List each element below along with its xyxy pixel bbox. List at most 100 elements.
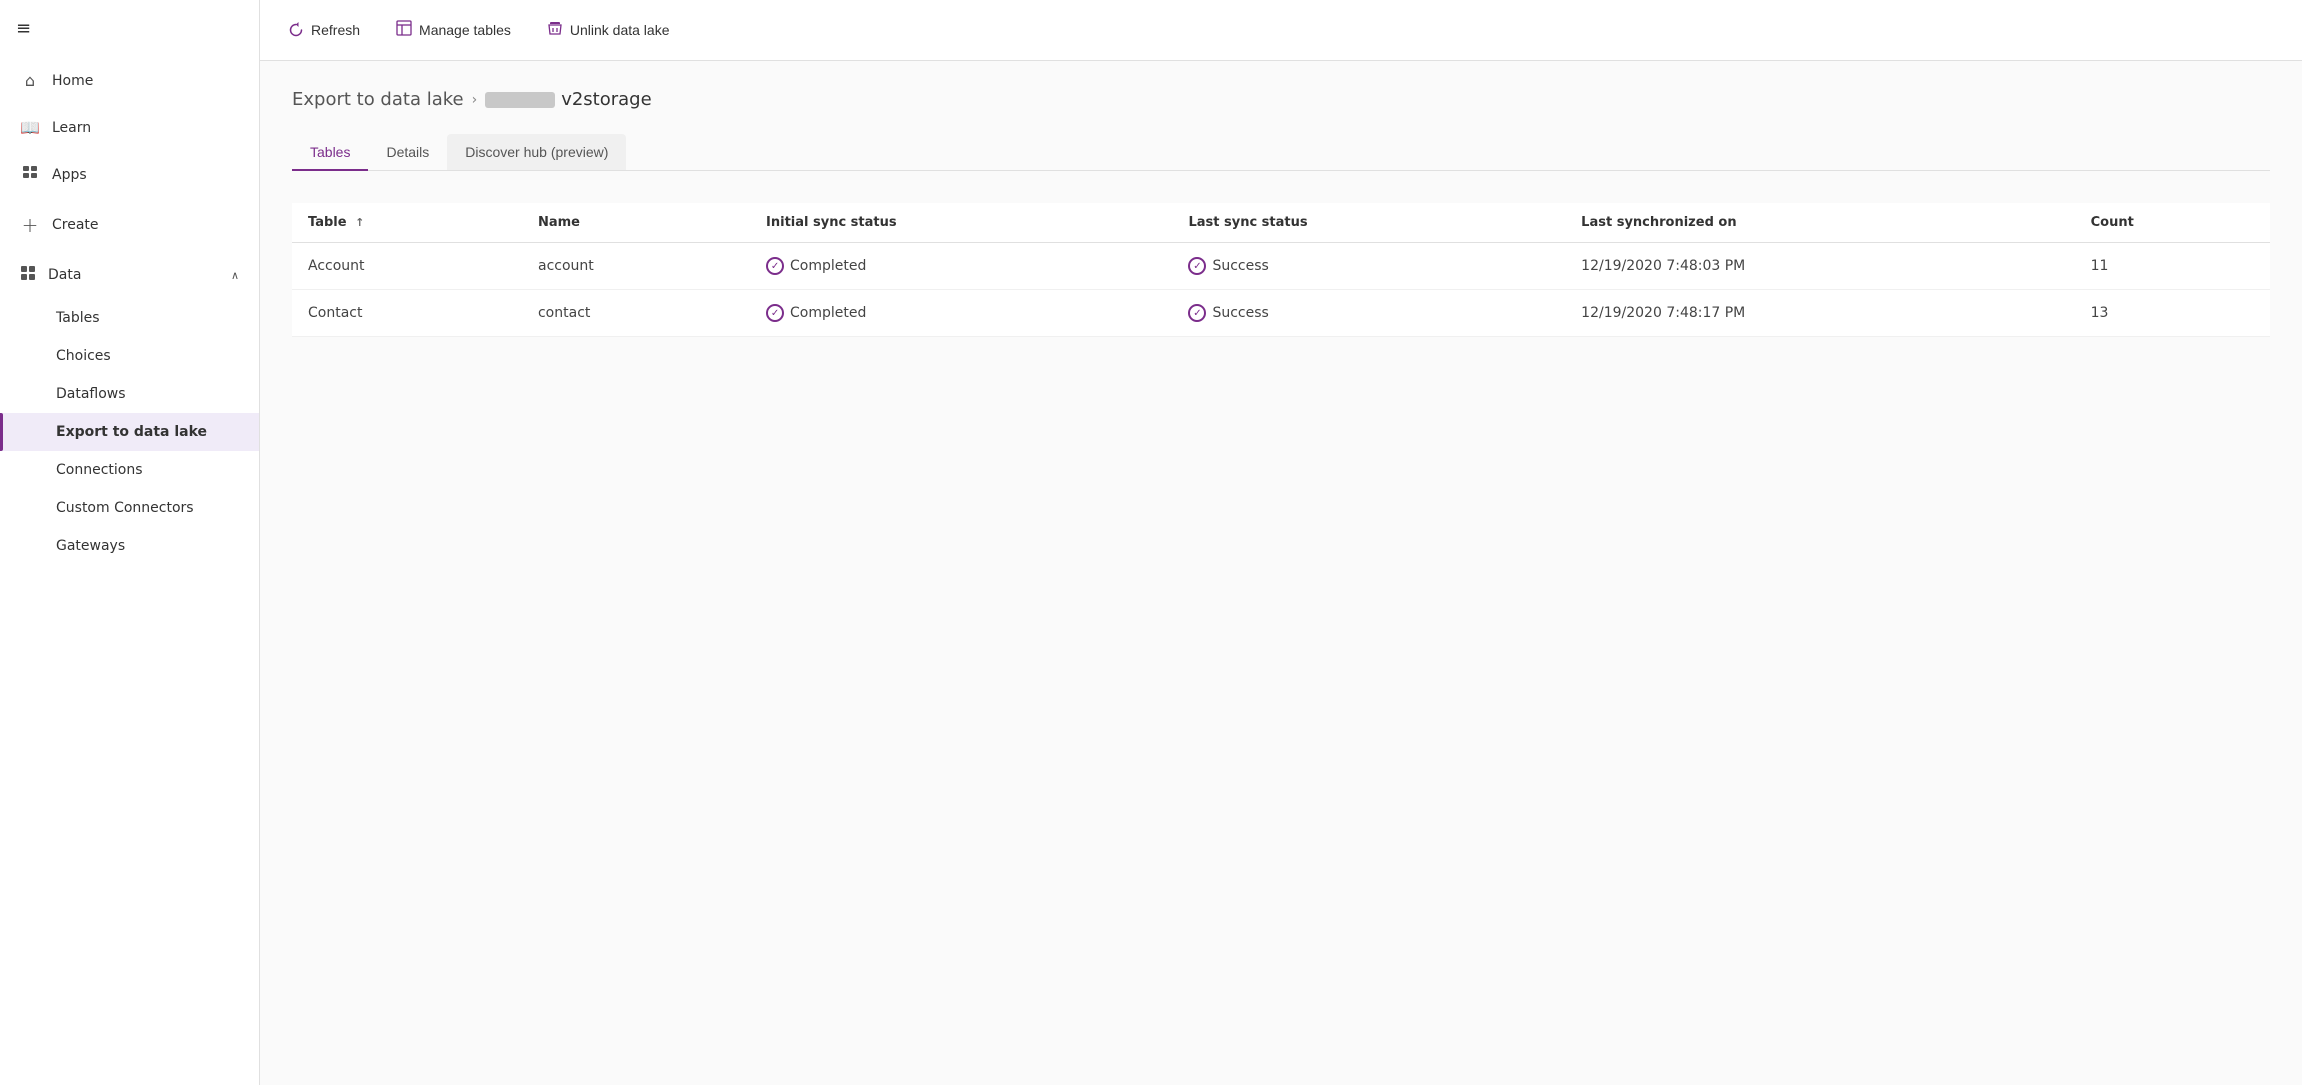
sidebar-item-gateways[interactable]: Gateways (0, 527, 259, 565)
tables-grid: Table ↑ Name Initial sync status Last sy… (292, 203, 2270, 337)
breadcrumb-separator: › (472, 92, 478, 108)
col-count-label: Count (2091, 215, 2134, 230)
tab-tables-label: Tables (310, 144, 350, 160)
sidebar-connections-label: Connections (56, 462, 143, 478)
apps-icon (20, 165, 40, 185)
data-section-left: Data (20, 265, 81, 285)
sidebar-item-connections[interactable]: Connections (0, 451, 259, 489)
row1-last-sync: ✓ Success (1172, 243, 1565, 290)
sidebar-custom-connectors-label: Custom Connectors (56, 500, 194, 516)
sidebar-dataflows-label: Dataflows (56, 386, 126, 402)
tab-bar: Tables Details Discover hub (preview) (292, 134, 2270, 171)
unlink-icon (547, 20, 563, 40)
refresh-button[interactable]: Refresh (284, 16, 364, 44)
row2-last-sync: ✓ Success (1172, 290, 1565, 337)
sidebar-item-apps[interactable]: Apps (0, 151, 259, 199)
row2-initial-sync: ✓ Completed (750, 290, 1172, 337)
refresh-label: Refresh (311, 22, 360, 38)
sidebar-export-label: Export to data lake (56, 424, 207, 440)
active-indicator (0, 413, 3, 451)
sidebar-data-label: Data (48, 267, 81, 283)
sidebar-item-home[interactable]: ⌂ Home (0, 57, 259, 104)
unlink-data-lake-label: Unlink data lake (570, 22, 670, 38)
page-content: Export to data lake › v2storage Tables D… (260, 61, 2302, 1085)
manage-tables-icon (396, 20, 412, 40)
sidebar: ≡ ⌂ Home 📖 Learn Apps + Create (0, 0, 260, 1085)
row2-count: 13 (2075, 290, 2270, 337)
row1-count: 11 (2075, 243, 2270, 290)
col-table-label: Table (308, 215, 347, 230)
tab-discover-hub-label: Discover hub (preview) (465, 144, 608, 160)
col-initial-sync-label: Initial sync status (766, 215, 897, 230)
sidebar-item-export-to-data-lake[interactable]: Export to data lake (0, 413, 259, 451)
table-header-row: Table ↑ Name Initial sync status Last sy… (292, 203, 2270, 243)
chevron-up-icon: ∧ (231, 269, 239, 282)
col-last-synchronized-label: Last synchronized on (1581, 215, 1736, 230)
create-icon: + (20, 213, 40, 237)
main-content: Refresh Manage tables Unl (260, 0, 2302, 1085)
data-icon (20, 265, 36, 285)
refresh-icon (288, 22, 304, 38)
row2-last-sync-icon: ✓ (1188, 304, 1206, 322)
tab-details[interactable]: Details (368, 134, 447, 170)
sidebar-learn-label: Learn (52, 120, 91, 136)
col-name-label: Name (538, 215, 580, 230)
col-header-table: Table ↑ (292, 203, 522, 243)
row2-initial-sync-label: Completed (790, 305, 866, 321)
row1-table: Account (292, 243, 522, 290)
row1-initial-sync: ✓ Completed (750, 243, 1172, 290)
sidebar-item-create[interactable]: + Create (0, 199, 259, 251)
sidebar-item-choices[interactable]: Choices (0, 337, 259, 375)
data-sub-menu: Tables Choices Dataflows Export to data … (0, 299, 259, 565)
row2-initial-sync-icon: ✓ (766, 304, 784, 322)
redacted-storage-prefix (485, 92, 555, 108)
row1-last-sync-icon: ✓ (1188, 257, 1206, 275)
sidebar-gateways-label: Gateways (56, 538, 125, 554)
row2-table: Contact (292, 290, 522, 337)
breadcrumb-parent[interactable]: Export to data lake (292, 89, 464, 110)
table-row: Account account ✓ Completed ✓ Success (292, 243, 2270, 290)
breadcrumb-current: v2storage (485, 89, 651, 110)
breadcrumb: Export to data lake › v2storage (292, 89, 2270, 110)
row2-name: contact (522, 290, 750, 337)
sidebar-item-learn[interactable]: 📖 Learn (0, 104, 259, 151)
table-row: Contact contact ✓ Completed ✓ Success (292, 290, 2270, 337)
sidebar-apps-label: Apps (52, 167, 87, 183)
col-header-initial-sync: Initial sync status (750, 203, 1172, 243)
table-header: Table ↑ Name Initial sync status Last sy… (292, 203, 2270, 243)
sidebar-item-custom-connectors[interactable]: Custom Connectors (0, 489, 259, 527)
row2-last-sync-status: ✓ Success (1188, 304, 1549, 322)
col-last-sync-label: Last sync status (1188, 215, 1307, 230)
unlink-data-lake-button[interactable]: Unlink data lake (543, 14, 674, 46)
sidebar-item-data[interactable]: Data ∧ (0, 251, 259, 299)
manage-tables-button[interactable]: Manage tables (392, 14, 515, 46)
row2-last-synchronized-on: 12/19/2020 7:48:17 PM (1565, 290, 2074, 337)
col-header-count: Count (2075, 203, 2270, 243)
row1-initial-sync-icon: ✓ (766, 257, 784, 275)
row1-last-sync-label: Success (1212, 258, 1268, 274)
sidebar-create-label: Create (52, 217, 99, 233)
row1-initial-sync-label: Completed (790, 258, 866, 274)
row1-last-synchronized-on: 12/19/2020 7:48:03 PM (1565, 243, 2074, 290)
sidebar-choices-label: Choices (56, 348, 111, 364)
row1-last-sync-status: ✓ Success (1188, 257, 1549, 275)
tab-tables[interactable]: Tables (292, 134, 368, 170)
hamburger-icon[interactable]: ≡ (16, 18, 31, 39)
learn-icon: 📖 (20, 118, 40, 137)
storage-name: v2storage (561, 89, 651, 110)
col-header-last-sync: Last sync status (1172, 203, 1565, 243)
toolbar: Refresh Manage tables Unl (260, 0, 2302, 61)
sidebar-item-tables[interactable]: Tables (0, 299, 259, 337)
row2-last-sync-label: Success (1212, 305, 1268, 321)
sort-asc-icon: ↑ (355, 216, 364, 229)
sidebar-home-label: Home (52, 73, 93, 89)
home-icon: ⌂ (20, 71, 40, 90)
row2-initial-sync-status: ✓ Completed (766, 304, 1156, 322)
tab-discover-hub[interactable]: Discover hub (preview) (447, 134, 626, 170)
col-header-last-synchronized: Last synchronized on (1565, 203, 2074, 243)
manage-tables-label: Manage tables (419, 22, 511, 38)
sidebar-header: ≡ (0, 0, 259, 57)
sidebar-tables-label: Tables (56, 310, 100, 326)
sidebar-item-dataflows[interactable]: Dataflows (0, 375, 259, 413)
row1-initial-sync-status: ✓ Completed (766, 257, 1156, 275)
